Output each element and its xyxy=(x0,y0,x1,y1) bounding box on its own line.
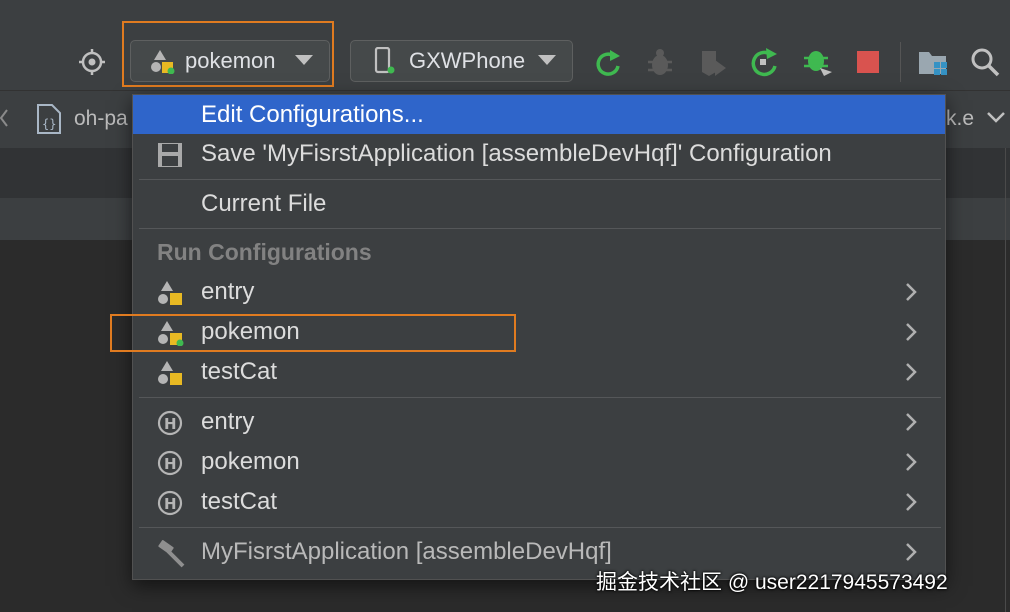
editor-divider xyxy=(1005,148,1006,612)
edit-configurations-item[interactable]: Edit Configurations... xyxy=(133,95,945,134)
module-config-icon xyxy=(157,280,185,306)
chevron-right-icon xyxy=(905,282,917,307)
current-file-item[interactable]: Current File xyxy=(133,184,945,224)
stop-icon[interactable] xyxy=(857,51,879,78)
chevron-right-icon xyxy=(905,362,917,387)
menu-separator xyxy=(139,527,941,528)
chevron-down-icon xyxy=(538,52,556,70)
chevron-right-icon xyxy=(905,452,917,477)
phone-icon xyxy=(373,46,397,75)
hvigor-config-item-entry[interactable]: H entry xyxy=(133,402,945,442)
svg-text:H: H xyxy=(164,455,177,473)
tab-overflow-chevron-icon[interactable] xyxy=(986,110,1006,129)
json-file-icon: {} xyxy=(36,104,62,134)
device-label: GXWPhone xyxy=(409,48,526,73)
chevron-right-icon xyxy=(905,542,917,567)
tab-scroll-left-icon[interactable] xyxy=(0,108,8,133)
chevron-right-icon xyxy=(905,322,917,347)
coverage-icon[interactable] xyxy=(698,48,728,83)
menu-separator xyxy=(139,228,941,229)
toolbar-separator xyxy=(900,42,901,82)
edit-configurations-label: Edit Configurations... xyxy=(201,100,424,128)
svg-text:{}: {} xyxy=(42,117,56,131)
hammer-icon xyxy=(157,540,185,568)
attach-debugger-icon[interactable] xyxy=(802,46,834,83)
hvigor-config-label: testCat xyxy=(201,488,278,515)
tab-file-right[interactable]: k.e xyxy=(946,100,974,138)
hvigor-config-label: entry xyxy=(201,408,255,435)
module-config-icon xyxy=(157,360,185,386)
hvigor-h-icon: H xyxy=(157,450,185,476)
save-configuration-item[interactable]: Save 'MyFisrstApplication [assembleDevHq… xyxy=(133,134,945,174)
chevron-right-icon xyxy=(905,492,917,517)
run-configurations-header: Run Configurations xyxy=(157,239,372,265)
menu-separator xyxy=(139,397,941,398)
save-icon xyxy=(157,142,185,168)
svg-text:H: H xyxy=(164,415,177,433)
hvigor-config-item-pokemon[interactable]: H pokemon xyxy=(133,442,945,482)
tab-label: oh-pa xyxy=(74,107,128,130)
project-structure-icon[interactable] xyxy=(918,48,950,83)
build-task-label: MyFisrstApplication [assembleDevHqf] xyxy=(201,538,612,565)
hvigor-config-item-testcat[interactable]: H testCat xyxy=(133,482,945,522)
save-configuration-label: Save 'MyFisrstApplication [assembleDevHq… xyxy=(201,140,832,167)
current-file-label: Current File xyxy=(201,190,327,217)
rerun-icon[interactable] xyxy=(594,48,624,83)
run-config-label: entry xyxy=(201,278,255,305)
run-config-item-entry[interactable]: entry xyxy=(133,272,945,312)
debug-icon[interactable] xyxy=(646,48,674,83)
device-selector[interactable]: GXWPhone xyxy=(350,40,573,82)
run-config-highlight xyxy=(122,21,334,87)
pokemon-item-highlight xyxy=(110,314,516,352)
svg-text:H: H xyxy=(164,495,177,513)
chevron-right-icon xyxy=(905,412,917,437)
crosshair-icon[interactable] xyxy=(78,48,106,81)
hvigor-h-icon: H xyxy=(157,490,185,516)
apply-changes-icon[interactable] xyxy=(748,47,780,84)
tab-label: k.e xyxy=(946,107,975,130)
hvigor-config-label: pokemon xyxy=(201,448,300,475)
run-config-label: testCat xyxy=(201,358,278,385)
menu-separator xyxy=(139,179,941,180)
run-config-item-testcat[interactable]: testCat xyxy=(133,352,945,392)
tab-oh-package[interactable]: {} oh-pa xyxy=(36,100,128,138)
hvigor-h-icon: H xyxy=(157,410,185,436)
watermark: 掘金技术社区 @ user2217945573492 xyxy=(596,571,948,594)
search-icon[interactable] xyxy=(970,47,1000,82)
